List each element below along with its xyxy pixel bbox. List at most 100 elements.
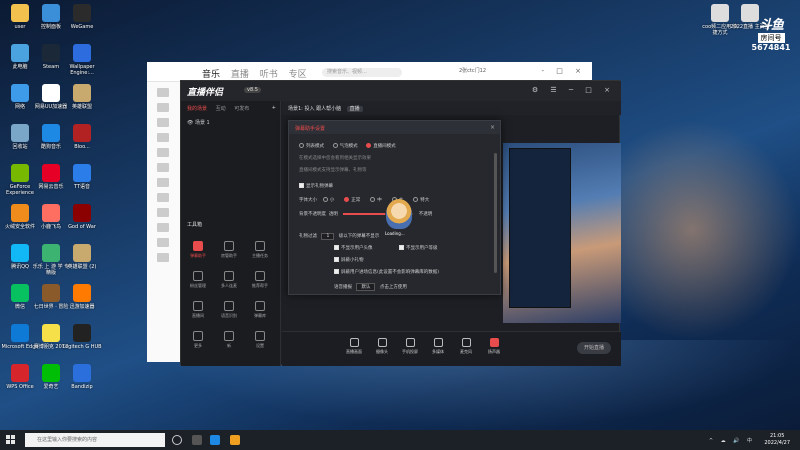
toolbox-item[interactable]: 设置: [247, 331, 273, 349]
show-barrage-option[interactable]: 显示礼物弹幕: [299, 183, 333, 189]
cortana-icon[interactable]: [172, 435, 182, 445]
sidebar-item[interactable]: [157, 133, 169, 142]
app-icon: [73, 204, 91, 222]
music-search-input[interactable]: 搜索音乐、视频...: [322, 68, 402, 77]
desktop-icon[interactable]: 迅游加速器: [62, 284, 102, 310]
opacity-max: 不透明: [418, 212, 433, 217]
radio-icon: [322, 197, 328, 202]
music-tab[interactable]: 音乐: [202, 70, 220, 80]
source-button[interactable]: 扬声器: [482, 338, 506, 355]
sidebar-item[interactable]: [157, 223, 169, 232]
toolbox-item[interactable]: 直播间: [185, 301, 211, 319]
toolbox-item[interactable]: 语音识别: [216, 301, 242, 319]
option-label: 不显示用户头像: [341, 246, 373, 251]
font-size-option[interactable]: 小: [322, 197, 334, 203]
taskbar-clock[interactable]: 21:05 2022/4/27: [764, 433, 790, 447]
kugou-taskbar-icon[interactable]: [210, 435, 220, 445]
desktop-icon[interactable]: WeGame: [62, 4, 102, 30]
mode-option[interactable]: 直播间模式: [366, 143, 396, 149]
desktop-icon[interactable]: Logitech G HUB: [62, 324, 102, 350]
toolbox-item[interactable]: 弹幕助手: [185, 241, 211, 259]
tool-icon: [224, 301, 234, 311]
mode-option[interactable]: 列表模式: [299, 143, 324, 149]
category-tag[interactable]: 直播: [346, 106, 363, 112]
source-button[interactable]: 直播画面: [342, 338, 366, 355]
font-size-option[interactable]: 特大: [413, 197, 429, 203]
desktop-icon[interactable]: 英雄联盟 (2): [62, 244, 102, 270]
music-tab[interactable]: 直播: [231, 70, 249, 80]
toolbox-title: 工具箱: [187, 222, 203, 228]
tool-icon: [255, 301, 265, 311]
app-icon: [42, 284, 60, 302]
folder-taskbar-icon[interactable]: [230, 435, 240, 445]
font-size-option[interactable]: 中: [370, 197, 382, 203]
tts-label: 语音播报: [334, 285, 352, 290]
toolbox-item[interactable]: 多人连麦: [216, 271, 242, 289]
source-button[interactable]: 多媒体: [426, 338, 450, 355]
stream-title[interactable]: 跟人帮小脑: [316, 106, 341, 112]
filter-label: 礼物过滤: [299, 234, 317, 239]
app-icon: [73, 4, 91, 22]
sidebar-item[interactable]: [157, 238, 169, 247]
desktop-icon[interactable]: God of War: [62, 204, 102, 230]
hide-level-option[interactable]: 不显示用户等级: [399, 245, 438, 251]
start-live-button[interactable]: 开始直播: [577, 342, 611, 354]
app-window-controls[interactable]: ⚙ ☰ ─ □ ×: [532, 86, 615, 94]
desktop-icon[interactable]: TT语音: [62, 164, 102, 190]
toolbox-item[interactable]: 新: [216, 331, 242, 349]
desktop-icon-label: TT语音: [73, 184, 91, 190]
toolbox-item[interactable]: 粉丝管理: [185, 271, 211, 289]
sidebar-item[interactable]: [157, 178, 169, 187]
toolbox-item[interactable]: 房管助手: [216, 241, 242, 259]
desktop-icon[interactable]: Wallpaper Engine:...: [62, 44, 102, 76]
preview-canvas[interactable]: [503, 143, 621, 323]
music-tab[interactable]: 专区: [289, 70, 307, 80]
toolbox-item[interactable]: 弹幕库: [247, 301, 273, 319]
tool-icon: [255, 331, 265, 341]
block-enter-option[interactable]: 屏蔽用户进场信息(此设置不会影响弹幕库的数据): [334, 269, 439, 275]
tab-my-scenes[interactable]: 我的场景: [187, 106, 207, 112]
sidebar-item[interactable]: [157, 163, 169, 172]
sidebar-item[interactable]: [157, 208, 169, 217]
desktop-icon[interactable]: Bandizip: [62, 364, 102, 390]
radio-icon: [366, 143, 372, 148]
sidebar-item[interactable]: [157, 88, 169, 97]
close-icon[interactable]: ×: [490, 124, 495, 131]
task-view-icon[interactable]: [192, 435, 202, 445]
toolbox-item[interactable]: 主播任务: [247, 241, 273, 259]
source-button[interactable]: 手机投屏: [398, 338, 422, 355]
desktop-icon[interactable]: Bloo...: [62, 124, 102, 150]
sidebar-item[interactable]: [157, 103, 169, 112]
music-user[interactable]: 2张ctc门12: [459, 67, 486, 74]
sidebar-item[interactable]: [157, 148, 169, 157]
source-button[interactable]: 麦克风: [454, 338, 478, 355]
tab-publish[interactable]: 可发布: [234, 106, 249, 112]
scene-item[interactable]: 👁 场景 1: [181, 115, 280, 130]
tts-select[interactable]: 默认: [356, 283, 376, 291]
sidebar-item[interactable]: [157, 118, 169, 127]
filter-select[interactable]: 1: [321, 233, 335, 240]
toolbox-item[interactable]: 推荐帮手: [247, 271, 273, 289]
app-icon: [11, 4, 29, 22]
sidebar-item[interactable]: [157, 193, 169, 202]
source-button[interactable]: 摄像头: [370, 338, 394, 355]
tool-icon: [255, 271, 265, 281]
block-small-gift-option[interactable]: 屏蔽小礼物: [334, 257, 364, 263]
tool-label: 新: [227, 343, 231, 348]
music-tab[interactable]: 听书: [260, 70, 278, 80]
hide-avatar-option[interactable]: 不显示用户头像: [334, 245, 373, 251]
mode-option[interactable]: 气泡模式: [332, 143, 358, 149]
desktop-icon[interactable]: 英雄联盟: [62, 84, 102, 110]
font-size-option[interactable]: 正常: [344, 197, 360, 203]
dialog-scrollbar[interactable]: [494, 153, 497, 273]
system-tray[interactable]: ^ ☁ 🔊 中: [709, 437, 755, 444]
tab-interact[interactable]: 互动: [216, 106, 226, 112]
music-window-controls[interactable]: - □ ×: [542, 67, 586, 75]
toolbox-item[interactable]: 更多: [185, 331, 211, 349]
taskbar-search-input[interactable]: 在这里输入你要搜索的内容: [25, 433, 165, 447]
app-icon: [42, 84, 60, 102]
app-icon: [42, 364, 60, 382]
windows-start-icon[interactable]: [6, 435, 16, 445]
add-scene-button[interactable]: +: [272, 105, 276, 111]
sidebar-item[interactable]: [157, 253, 169, 262]
